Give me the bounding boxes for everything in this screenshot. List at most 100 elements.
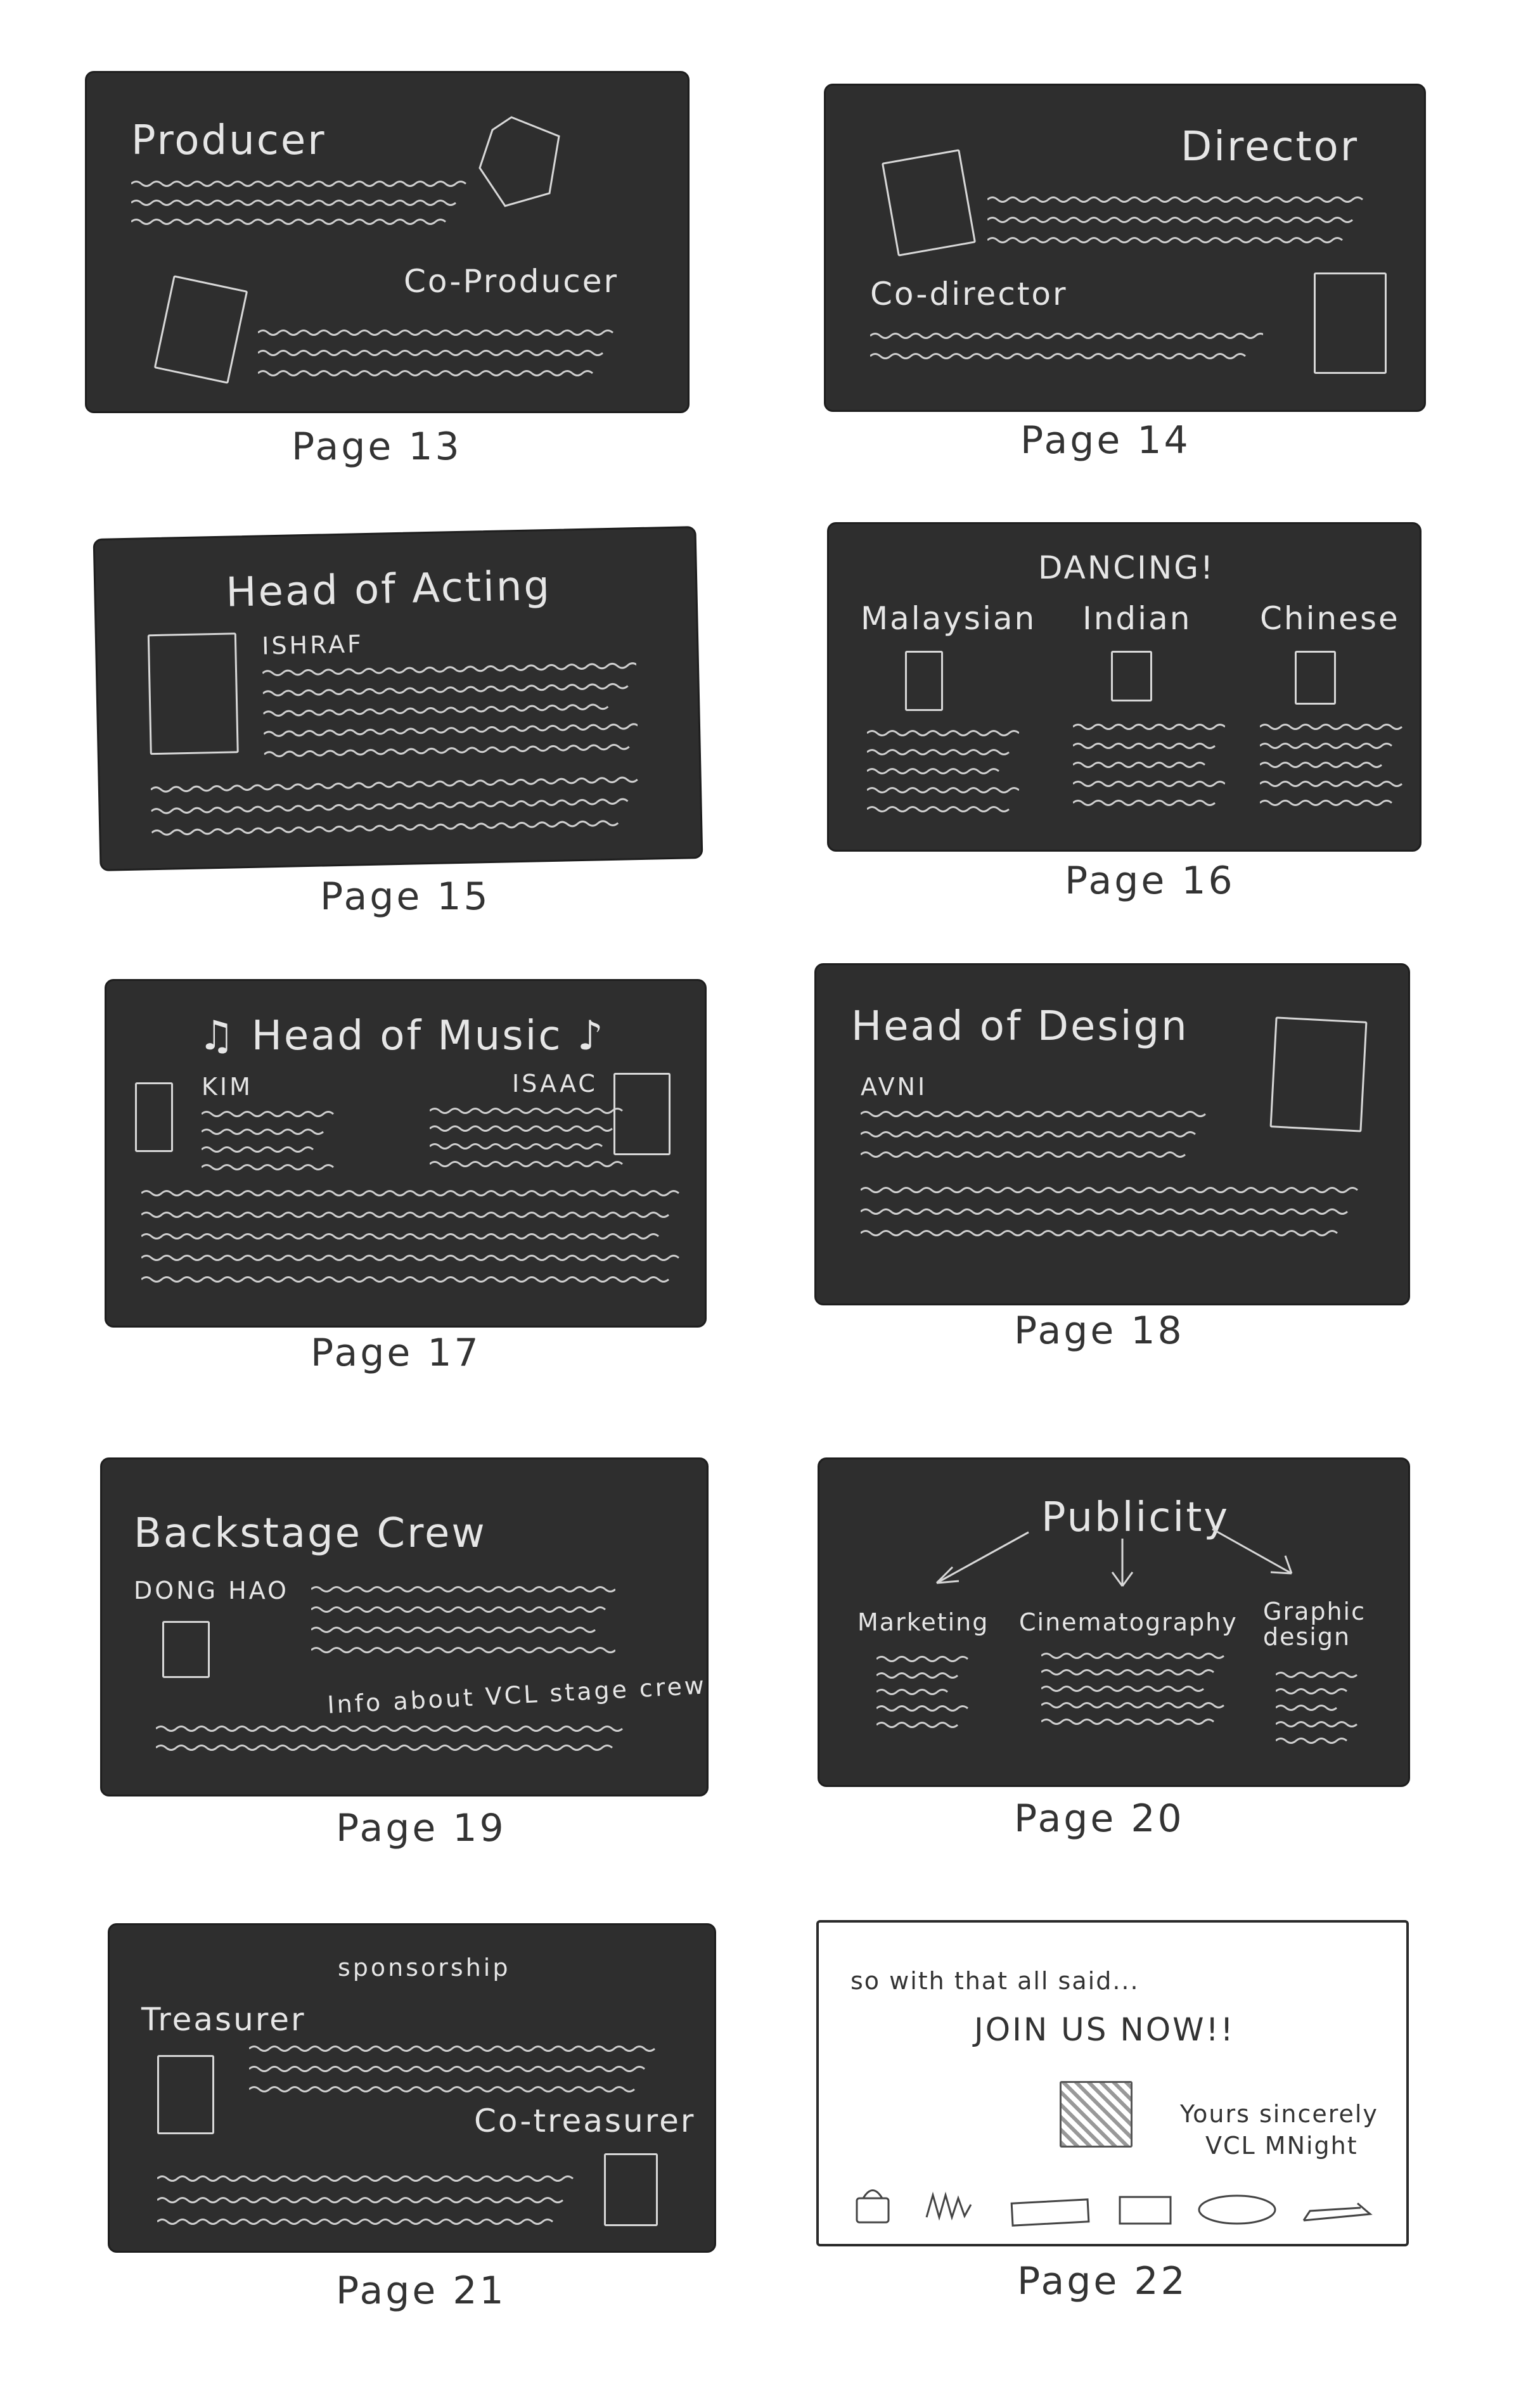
storyboard-card-page-22: so with that all said... JOIN US NOW!! Y… — [816, 1920, 1409, 2246]
wavy-text-line — [257, 350, 603, 356]
wavy-text-line — [876, 1705, 968, 1712]
wavy-text-line — [262, 682, 629, 696]
page-caption: Page 22 — [1017, 2259, 1188, 2303]
text-placeholder — [987, 193, 1368, 263]
closing-intro: so with that all said... — [850, 1967, 1139, 1995]
treasurer-photo-placeholder — [157, 2055, 214, 2134]
wavy-text-line — [248, 2066, 645, 2072]
wavy-text-line — [870, 353, 1246, 359]
wavy-text-line — [311, 1647, 616, 1653]
wavy-text-line — [860, 1230, 1338, 1236]
wavy-text-line — [157, 2197, 563, 2203]
wavy-text-line — [860, 1151, 1186, 1158]
text-placeholder — [257, 326, 619, 396]
head-of-acting-label: Head of Acting — [225, 562, 552, 617]
producer-label: Producer — [131, 117, 326, 164]
wavy-text-line — [1041, 1653, 1224, 1659]
wavy-text-line — [1041, 1702, 1224, 1708]
arrow-shape-icon — [1302, 2202, 1373, 2222]
page-caption: Page 15 — [320, 874, 491, 919]
wavy-text-line — [1041, 1686, 1204, 1692]
wavy-text-line — [141, 1190, 679, 1196]
text-placeholder — [201, 1108, 335, 1188]
text-placeholder — [1072, 720, 1226, 824]
page-caption: Page 18 — [1014, 1309, 1184, 1353]
isaac-photo-placeholder — [613, 1073, 671, 1155]
wavy-text-line — [257, 370, 593, 376]
qr-code-placeholder — [1060, 2081, 1133, 2148]
cinematography-label: Cinematography — [1019, 1608, 1238, 1636]
producer-photo-hexagon — [478, 116, 560, 207]
text-placeholder — [311, 1583, 616, 1673]
wavy-text-line — [263, 743, 630, 757]
wavy-text-line — [987, 217, 1353, 223]
head-of-design-label: Head of Design — [851, 1003, 1189, 1050]
wavy-text-line — [257, 330, 613, 336]
wavy-text-line — [866, 749, 1010, 755]
backstage-crew-note: Info about VCL stage crew — [326, 1671, 707, 1719]
director-label: Director — [1181, 124, 1359, 170]
wavy-text-line — [1275, 1705, 1337, 1711]
backstage-crew-label: Backstage Crew — [134, 1510, 487, 1557]
indian-photo-placeholder — [1111, 651, 1152, 701]
wavy-text-line — [150, 798, 629, 814]
oval-icon — [1198, 2194, 1276, 2225]
wavy-text-line — [141, 1212, 669, 1218]
wavy-text-line — [866, 730, 1020, 736]
text-placeholder — [141, 1187, 680, 1303]
wavy-text-line — [1275, 1721, 1357, 1727]
wavy-text-line — [860, 1208, 1348, 1215]
wavy-text-line — [876, 1689, 948, 1695]
wavy-text-line — [263, 723, 639, 737]
scribble-icon — [925, 2191, 972, 2221]
head-of-music-label: ♫ Head of Music ♪ — [198, 1013, 605, 1060]
wavy-text-line — [429, 1125, 613, 1132]
wavy-text-line — [1072, 743, 1216, 749]
text-placeholder — [876, 1653, 972, 1744]
acting-head-name: ISHRAF — [261, 630, 364, 660]
wavy-text-line — [860, 1131, 1196, 1137]
wavy-text-line — [201, 1129, 324, 1135]
design-head-photo-placeholder — [1269, 1016, 1368, 1132]
wavy-text-line — [311, 1606, 606, 1613]
wavy-text-line — [987, 237, 1343, 243]
wavy-text-line — [1259, 762, 1382, 768]
co-director-photo-placeholder — [1314, 272, 1387, 374]
wavy-text-line — [1041, 1719, 1214, 1725]
malaysian-photo-placeholder — [905, 651, 943, 711]
wavy-text-line — [311, 1627, 596, 1633]
signoff-line-2: VCL MNight — [1205, 2132, 1358, 2160]
wavy-text-line — [860, 1187, 1358, 1193]
wavy-text-line — [866, 806, 1010, 812]
wavy-text-line — [201, 1146, 314, 1153]
wavy-text-line — [860, 1111, 1206, 1117]
co-treasurer-label: Co-treasurer — [474, 2103, 696, 2139]
text-placeholder — [860, 1108, 1209, 1177]
wavy-text-line — [1072, 800, 1216, 806]
isaac-name: ISAAC — [512, 1070, 598, 1098]
storyboard-card-page-19: Backstage Crew DONG HAO Info about VCL s… — [100, 1457, 709, 1796]
wavy-text-line — [870, 333, 1266, 339]
join-us-headline: JOIN US NOW!! — [974, 2011, 1235, 2048]
wavy-text-line — [201, 1111, 334, 1117]
wavy-text-line — [429, 1161, 623, 1167]
backstage-head-photo-placeholder — [162, 1621, 210, 1678]
social-icons-row — [856, 2189, 1373, 2227]
storyboard-card-page-13: Producer Co-Producer — [85, 71, 690, 413]
marketing-label: Marketing — [857, 1608, 989, 1636]
text-placeholder — [155, 1722, 625, 1769]
co-producer-label: Co-Producer — [404, 263, 619, 300]
text-placeholder — [1259, 720, 1402, 824]
co-director-label: Co-director — [870, 276, 1068, 312]
storyboard-card-page-14: Director Co-director — [824, 84, 1426, 412]
storyboard-card-page-15: Head of Acting ISHRAF — [93, 526, 703, 871]
wavy-text-line — [155, 1745, 613, 1751]
co-treasurer-photo-placeholder — [604, 2153, 658, 2226]
graphic-design-label: Graphic design — [1263, 1598, 1366, 1651]
text-placeholder — [150, 773, 640, 857]
text-placeholder — [870, 330, 1266, 379]
wavy-text-line — [1259, 781, 1402, 787]
dancing-heading: DANCING! — [1038, 549, 1216, 586]
wavy-text-line — [262, 662, 638, 676]
wavy-text-line — [987, 196, 1363, 203]
